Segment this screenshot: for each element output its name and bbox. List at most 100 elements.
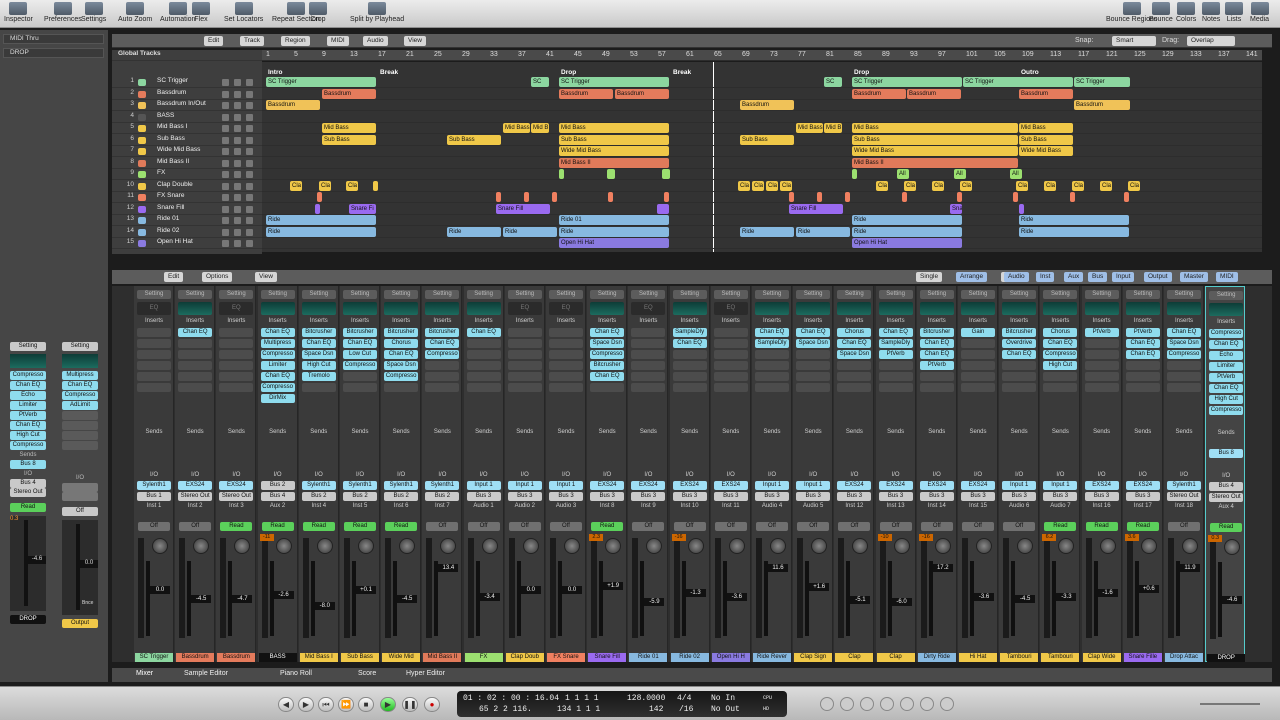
region[interactable]: Ride	[447, 226, 501, 237]
toolbar-colors-button[interactable]: Colors	[1176, 2, 1196, 23]
region[interactable]	[559, 169, 564, 179]
output-slot[interactable]: Bus 3	[590, 492, 625, 501]
pan-knob[interactable]	[564, 538, 580, 554]
region[interactable]: SC Trigger	[1074, 77, 1130, 87]
input-slot[interactable]: Sylenth1	[301, 481, 336, 490]
automation-mode[interactable]: Off	[838, 522, 871, 531]
region[interactable]	[662, 169, 670, 179]
fader-value[interactable]: -3.3	[1056, 592, 1077, 601]
insert-slot[interactable]	[796, 361, 831, 370]
region[interactable]: SC	[824, 77, 842, 87]
region[interactable]: Sub Bass	[740, 134, 794, 145]
region[interactable]: Mid Bass II	[559, 157, 669, 168]
eq-thumbnail[interactable]: EQ	[713, 302, 748, 315]
record-enable-button[interactable]	[246, 182, 253, 190]
arrange-menu-track[interactable]: Track	[240, 36, 265, 46]
fader-value[interactable]: 11.9	[1180, 564, 1200, 572]
fader-value[interactable]: -4.5	[397, 595, 418, 603]
insert-slot[interactable]: Chan EQ	[343, 339, 377, 348]
pan-knob[interactable]	[399, 538, 416, 554]
insert-slot[interactable]	[837, 361, 872, 370]
solo-button[interactable]	[234, 159, 241, 167]
region[interactable]: Sub Bass	[559, 134, 669, 145]
insert-slot[interactable]	[507, 350, 542, 359]
pan-knob[interactable]	[976, 538, 992, 554]
track-header-ride-01[interactable]: 13 Ride 01	[112, 215, 262, 226]
input-slot[interactable]: EXS24	[590, 481, 625, 490]
insert-slot[interactable]: Space Dsn	[837, 350, 872, 359]
insert-slot[interactable]: Compresso	[62, 391, 98, 400]
insert-slot[interactable]	[466, 372, 501, 381]
insert-slot[interactable]	[1002, 372, 1037, 381]
toolbar-automation-button[interactable]: Automation	[160, 2, 195, 23]
region[interactable]: Cla	[290, 180, 302, 191]
insert-slot[interactable]: DirMix	[260, 394, 295, 403]
output-slot[interactable]: Bus 3	[713, 492, 748, 501]
output-slot[interactable]: Bus 3	[919, 492, 954, 501]
automation-mode[interactable]: Off	[756, 522, 788, 531]
output-slot[interactable]: Bus 1	[137, 492, 171, 501]
insert-slot[interactable]: Low Cut	[343, 350, 377, 359]
input-slot[interactable]: EXS24	[178, 481, 213, 490]
region[interactable]: Cla	[319, 180, 331, 191]
insert-slot[interactable]: Compresso	[343, 361, 377, 370]
automation-mode[interactable]: Read	[261, 522, 294, 531]
record-enable-button[interactable]	[246, 148, 253, 155]
eq-thumbnail[interactable]	[1209, 303, 1244, 316]
solo-button[interactable]	[234, 148, 241, 155]
insert-slot[interactable]: Compresso	[10, 371, 46, 380]
mute-button[interactable]	[222, 205, 229, 213]
insert-slot[interactable]	[713, 350, 748, 359]
output-slot[interactable]: Bus 3	[549, 492, 583, 501]
output-slot[interactable]: Bus 3	[1125, 492, 1160, 501]
input-slot[interactable]	[62, 483, 98, 492]
insert-slot[interactable]	[631, 383, 666, 392]
input-slot[interactable]: EXS24	[837, 481, 872, 490]
insert-slot[interactable]: PtVerb	[1084, 328, 1119, 337]
setting-button[interactable]: Setting	[178, 290, 213, 299]
insert-slot[interactable]	[672, 372, 707, 381]
arrange-menu-audio[interactable]: Audio	[363, 36, 388, 46]
insert-slot[interactable]: Compresso	[384, 372, 419, 381]
region[interactable]: Ride	[740, 226, 794, 237]
pan-knob[interactable]	[275, 538, 292, 554]
input-slot[interactable]: Input 1	[1002, 481, 1037, 490]
output-slot[interactable]: Bus 3	[466, 492, 501, 501]
eq-thumbnail[interactable]	[301, 302, 336, 315]
insert-slot[interactable]	[631, 328, 666, 337]
insert-slot[interactable]: Chan EQ	[1043, 339, 1078, 348]
pan-knob[interactable]	[1058, 538, 1075, 554]
insert-slot[interactable]: Chan EQ	[590, 328, 625, 337]
insert-slot[interactable]: PtVerb	[1209, 373, 1244, 382]
input-slot[interactable]: EXS24	[672, 481, 707, 490]
region[interactable]: All	[897, 169, 909, 179]
pan-knob[interactable]	[193, 538, 210, 554]
output-slot[interactable]: Bus 3	[796, 492, 831, 501]
insert-slot[interactable]	[549, 361, 583, 370]
setting-button[interactable]: Setting	[1043, 290, 1078, 299]
insert-slot[interactable]: Bitcrusher	[919, 328, 954, 337]
channel-name[interactable]: Mid Bass I	[299, 653, 338, 662]
insert-slot[interactable]: Bitcrusher	[301, 328, 336, 337]
region[interactable]: Cla	[752, 180, 764, 191]
automation-mode[interactable]: Off	[62, 507, 98, 516]
marker-outro[interactable]: Outro	[1021, 69, 1039, 76]
tab-sample-editor[interactable]: Sample Editor	[184, 670, 228, 677]
insert-slot[interactable]: Chan EQ	[796, 328, 831, 337]
region[interactable]: Snare Fill	[789, 203, 843, 214]
insert-slot[interactable]: Compresso	[590, 350, 625, 359]
eq-thumbnail[interactable]	[590, 302, 625, 315]
output-slot[interactable]: Bus 2	[343, 492, 377, 501]
region[interactable]: Ride	[852, 215, 962, 225]
insert-slot[interactable]	[466, 350, 501, 359]
input-slot[interactable]: Input 1	[549, 481, 583, 490]
insert-slot[interactable]: Space Dsn	[301, 350, 336, 359]
arrange-menu-edit[interactable]: Edit	[204, 36, 224, 46]
arrange-menu-midi[interactable]: MIDI	[327, 36, 349, 46]
channel-name[interactable]: Clap	[876, 653, 915, 662]
region[interactable]: Cla	[738, 180, 750, 191]
setting-button[interactable]: Setting	[343, 290, 377, 299]
automation-mode[interactable]: Read	[302, 522, 335, 531]
insert-slot[interactable]	[549, 339, 583, 348]
channel-name[interactable]: Ride 01	[629, 653, 668, 662]
